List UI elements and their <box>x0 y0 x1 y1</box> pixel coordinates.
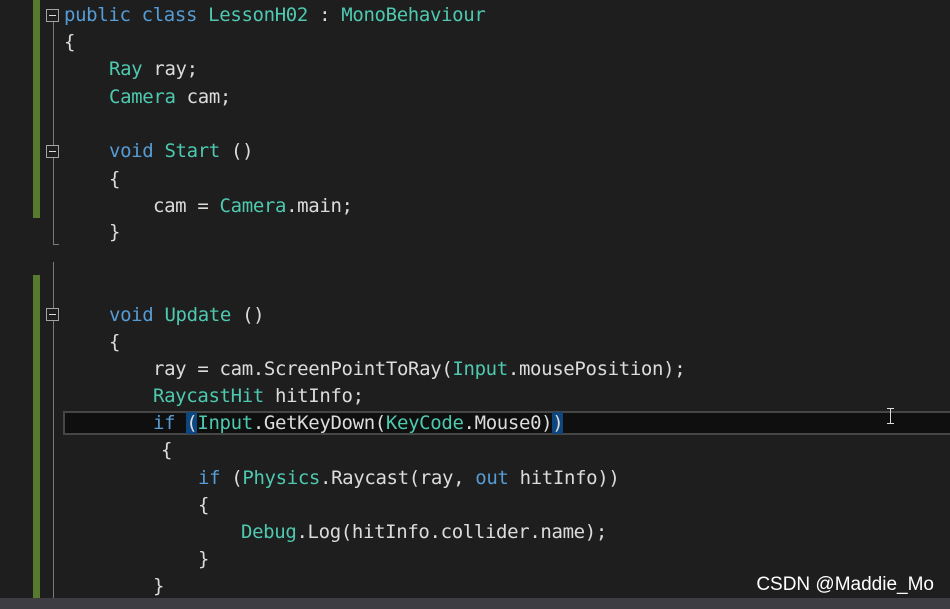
code-token: Ray <box>109 58 143 80</box>
code-token: Input <box>197 412 253 434</box>
code-token: if <box>198 467 221 489</box>
code-line[interactable]: { <box>64 29 75 56</box>
code-token: Input <box>452 358 508 380</box>
code-token: : <box>307 4 342 26</box>
code-token: .Mouse0) <box>463 412 553 434</box>
code-line[interactable]: if (Input.GetKeyDown(KeyCode.Mouse0)) <box>153 410 564 437</box>
text-cursor-ibeam-icon <box>887 408 895 424</box>
code-token: KeyCode <box>385 412 464 434</box>
fold-collapse-icon[interactable] <box>46 145 59 158</box>
code-line[interactable]: public class LessonH02 : MonoBehaviour <box>64 2 486 29</box>
horizontal-scrollbar[interactable] <box>0 598 950 609</box>
code-token: () <box>231 304 265 326</box>
code-token: { <box>64 31 76 53</box>
code-token: { <box>198 494 210 516</box>
outline-guide-end <box>53 244 59 245</box>
code-token: { <box>161 439 173 461</box>
code-token: ( <box>186 412 198 434</box>
code-line[interactable]: } <box>198 546 209 573</box>
code-line[interactable]: ray = cam.ScreenPointToRay(Input.mousePo… <box>153 356 686 383</box>
code-token: { <box>109 331 121 353</box>
code-token: } <box>109 221 121 243</box>
code-token: } <box>198 548 210 570</box>
code-token: cam = <box>153 195 220 217</box>
code-line[interactable]: { <box>109 329 120 356</box>
code-line[interactable]: } <box>153 573 164 600</box>
code-token: LessonH02 <box>208 4 308 26</box>
code-token: .main; <box>286 195 353 217</box>
code-token: { <box>109 168 121 190</box>
code-editor[interactable]: public class LessonH02 : MonoBehaviour{R… <box>0 0 950 609</box>
code-line[interactable]: { <box>109 166 120 193</box>
code-token: Camera <box>219 195 287 217</box>
code-line[interactable]: Debug.Log(hitInfo.collider.name); <box>241 519 607 546</box>
code-token: public class <box>64 4 209 26</box>
code-token: ( <box>220 467 243 489</box>
code-line[interactable]: } <box>109 219 120 246</box>
outline-guide-line <box>53 22 54 244</box>
code-token: Update <box>164 304 231 326</box>
code-token: .GetKeyDown( <box>252 412 386 434</box>
code-token: Camera <box>109 86 176 108</box>
code-line[interactable]: { <box>161 437 172 464</box>
code-token: .mousePosition); <box>507 358 686 380</box>
code-token: hitInfo)) <box>508 467 620 489</box>
code-line[interactable]: Camera cam; <box>109 84 231 111</box>
code-token: if <box>153 412 176 434</box>
fold-collapse-icon[interactable] <box>46 308 59 321</box>
watermark-text: CSDN @Maddie_Mo <box>756 574 934 595</box>
code-token: cam; <box>175 86 232 108</box>
code-token: hitInfo; <box>263 385 364 407</box>
code-token: .Raycast(ray, <box>320 467 476 489</box>
code-token: ) <box>552 412 564 434</box>
code-line[interactable]: void Update () <box>109 302 265 329</box>
code-token: void <box>109 140 154 162</box>
fold-collapse-icon[interactable] <box>46 9 59 22</box>
code-line[interactable]: if (Physics.Raycast(ray, out hitInfo)) <box>198 465 620 492</box>
code-token: out <box>475 467 509 489</box>
code-token: Start <box>164 140 220 162</box>
code-line[interactable]: void Start () <box>109 138 254 165</box>
code-token: } <box>153 575 165 597</box>
code-token: RaycastHit <box>153 385 264 407</box>
code-token: Debug <box>241 521 297 543</box>
code-line[interactable]: { <box>198 492 209 519</box>
code-line[interactable]: cam = Camera.main; <box>153 193 353 220</box>
change-indicator-bar <box>33 275 40 598</box>
code-token: ray = cam.ScreenPointToRay( <box>153 358 453 380</box>
code-token: () <box>219 140 254 162</box>
code-token: ray; <box>142 58 198 80</box>
code-token: MonoBehaviour <box>341 4 486 26</box>
code-token: void <box>109 304 154 326</box>
code-line[interactable]: Ray ray; <box>109 56 198 83</box>
code-token: Physics <box>242 467 320 489</box>
code-line[interactable]: RaycastHit hitInfo; <box>153 383 364 410</box>
code-token: .Log(hitInfo.collider.name); <box>296 521 607 543</box>
change-indicator-bar <box>33 0 40 218</box>
